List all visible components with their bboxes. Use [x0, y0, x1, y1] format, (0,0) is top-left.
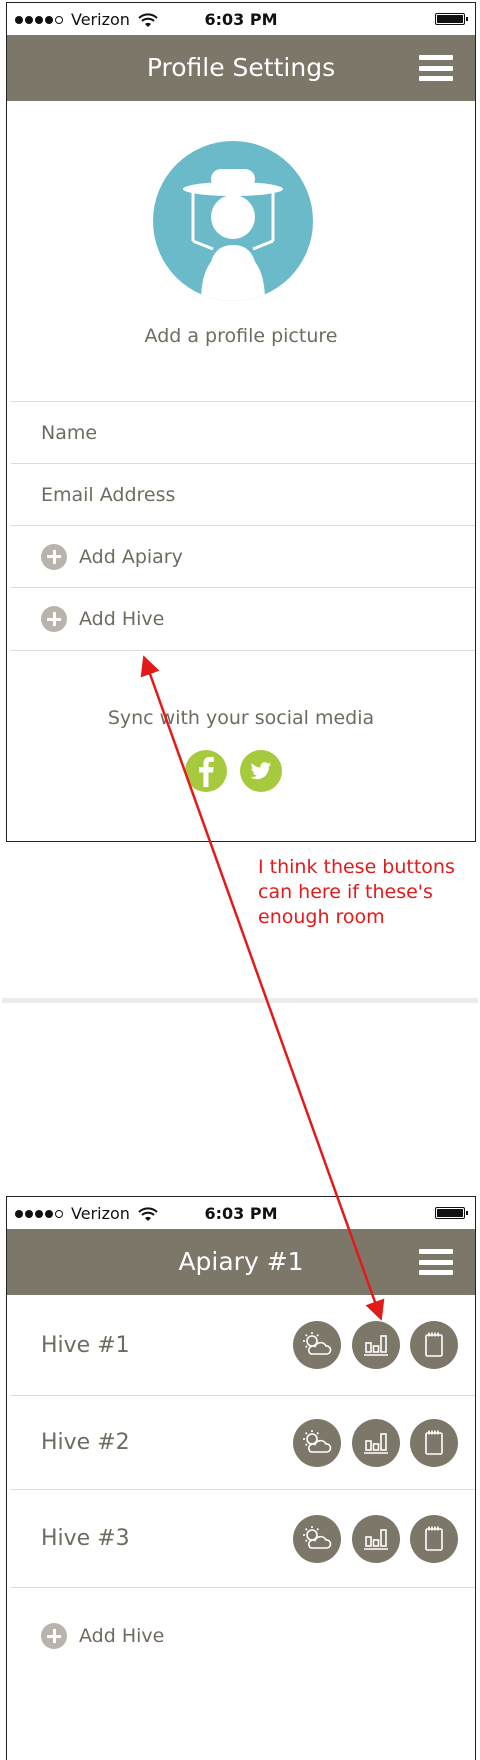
facebook-icon[interactable] [185, 750, 227, 792]
email-placeholder: Email Address [41, 483, 176, 506]
add-apiary-label: Add Apiary [79, 545, 183, 568]
sync-social-label: Sync with your social media [107, 707, 375, 729]
hive-name: Hive #2 [41, 1430, 130, 1455]
email-field[interactable]: Email Address [11, 463, 475, 525]
name-field[interactable]: Name [11, 401, 475, 463]
chart-icon[interactable] [352, 1419, 400, 1467]
profile-settings-screen: Verizon 6:03 PM Profile Settings Add a p… [6, 2, 476, 842]
status-bar: Verizon 6:03 PM [7, 1197, 475, 1229]
weather-icon[interactable] [293, 1419, 341, 1467]
status-time: 6:03 PM [204, 1204, 278, 1223]
name-placeholder: Name [41, 421, 98, 444]
page-title: Apiary #1 [178, 1247, 304, 1276]
list-item-hive-3[interactable]: Hive #3 [11, 1490, 475, 1588]
chart-icon[interactable] [352, 1321, 400, 1369]
plus-icon [41, 543, 67, 570]
battery-icon [435, 13, 468, 25]
plus-icon [41, 1623, 67, 1649]
notes-icon[interactable] [410, 1321, 458, 1369]
status-bar: Verizon 6:03 PM [7, 3, 475, 35]
screen-separator [2, 998, 478, 1003]
hamburger-menu-icon[interactable] [419, 1249, 453, 1275]
nav-bar: Profile Settings [7, 35, 475, 101]
hive-name: Hive #1 [41, 1333, 130, 1358]
add-apiary-button[interactable]: Add Apiary [11, 525, 475, 587]
hive-name: Hive #3 [41, 1526, 130, 1551]
weather-icon[interactable] [293, 1515, 341, 1563]
apiary-screen: Verizon 6:03 PM Apiary #1 Hive #1 Hive #… [6, 1196, 476, 1760]
list-item-hive-2[interactable]: Hive #2 [11, 1396, 475, 1490]
list-item-hive-1[interactable]: Hive #1 [11, 1295, 475, 1396]
hamburger-menu-icon[interactable] [419, 55, 453, 81]
page-title: Profile Settings [146, 53, 336, 82]
weather-icon[interactable] [293, 1321, 341, 1369]
twitter-icon[interactable] [240, 750, 282, 792]
notes-icon[interactable] [410, 1515, 458, 1563]
status-time: 6:03 PM [204, 10, 278, 29]
beekeeper-avatar-icon[interactable] [153, 141, 313, 301]
add-hive-label: Add Hive [79, 1625, 165, 1647]
nav-bar: Apiary #1 [7, 1229, 475, 1295]
add-profile-picture-link[interactable]: Add a profile picture [7, 325, 475, 347]
plus-icon [41, 606, 67, 632]
add-hive-button[interactable]: Add Hive [11, 1589, 475, 1683]
annotation-note: I think these buttons can here if these'… [258, 856, 455, 928]
battery-icon [435, 1207, 468, 1219]
add-hive-button[interactable]: Add Hive [11, 587, 475, 651]
chart-icon[interactable] [352, 1515, 400, 1563]
notes-icon[interactable] [410, 1419, 458, 1467]
add-hive-label: Add Hive [79, 608, 165, 630]
